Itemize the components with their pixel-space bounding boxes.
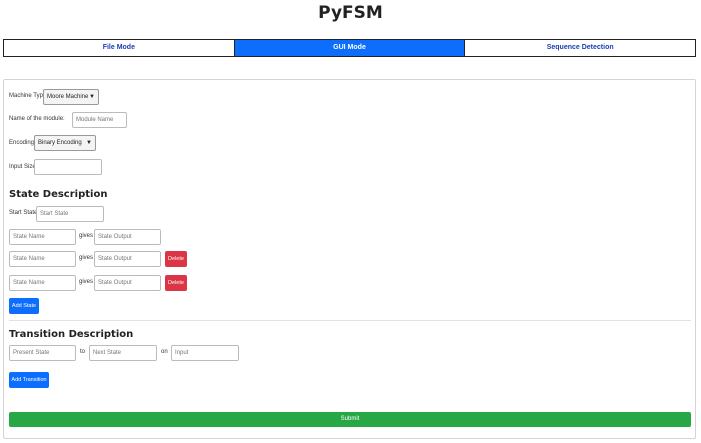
next-state-input[interactable]: Next State xyxy=(89,345,157,361)
present-state-input[interactable]: Present State xyxy=(9,345,76,361)
state-name-input[interactable]: State Name xyxy=(9,251,76,267)
gui-form-card: Machine Type: Moore Machine ▼ Name of th… xyxy=(3,79,696,439)
state-output-input[interactable]: State Output xyxy=(94,229,161,245)
state-name-input[interactable]: State Name xyxy=(9,229,76,245)
add-state-button[interactable]: Add State xyxy=(9,298,39,314)
gives-label: gives xyxy=(79,233,94,239)
mode-tabs: File Mode GUI Mode Sequence Detection xyxy=(3,39,696,57)
machine-type-select[interactable]: Moore Machine ▼ xyxy=(43,89,99,105)
dropdown-arrow-icon: ▼ xyxy=(89,94,95,100)
encoding-select[interactable]: Binary Encoding ▼ xyxy=(34,135,96,151)
encoding-label: Encoding: xyxy=(9,140,36,146)
input-size-input[interactable] xyxy=(34,159,102,175)
module-name-input[interactable]: Module Name xyxy=(72,112,127,128)
tab-file-mode[interactable]: File Mode xyxy=(4,40,235,56)
start-state-input[interactable]: Start State xyxy=(36,206,104,222)
gives-label: gives xyxy=(79,255,94,261)
add-transition-button[interactable]: Add Transition xyxy=(9,372,49,388)
page-title: PyFSM xyxy=(318,3,383,23)
state-output-input[interactable]: State Output xyxy=(94,275,161,291)
state-output-input[interactable]: State Output xyxy=(94,251,161,267)
state-name-input[interactable]: State Name xyxy=(9,275,76,291)
section-divider xyxy=(9,320,691,321)
dropdown-arrow-icon: ▼ xyxy=(86,140,92,146)
delete-state-button[interactable]: Delete xyxy=(165,275,187,291)
gives-label: gives xyxy=(79,279,94,285)
on-label: on xyxy=(161,349,168,355)
module-name-label: Name of the module: xyxy=(9,116,65,122)
submit-button[interactable]: Submit xyxy=(9,412,691,427)
transition-input[interactable]: Input xyxy=(171,345,239,361)
start-state-label: Start State: xyxy=(9,210,40,216)
delete-state-button[interactable]: Delete xyxy=(165,251,187,267)
transition-description-heading: Transition Description xyxy=(9,329,134,340)
state-description-heading: State Description xyxy=(9,189,108,200)
machine-type-value: Moore Machine xyxy=(47,94,89,100)
tab-gui-mode[interactable]: GUI Mode xyxy=(234,40,466,56)
encoding-value: Binary Encoding xyxy=(38,140,82,146)
tab-sequence-detection[interactable]: Sequence Detection xyxy=(465,40,695,56)
to-label: to xyxy=(80,349,86,355)
